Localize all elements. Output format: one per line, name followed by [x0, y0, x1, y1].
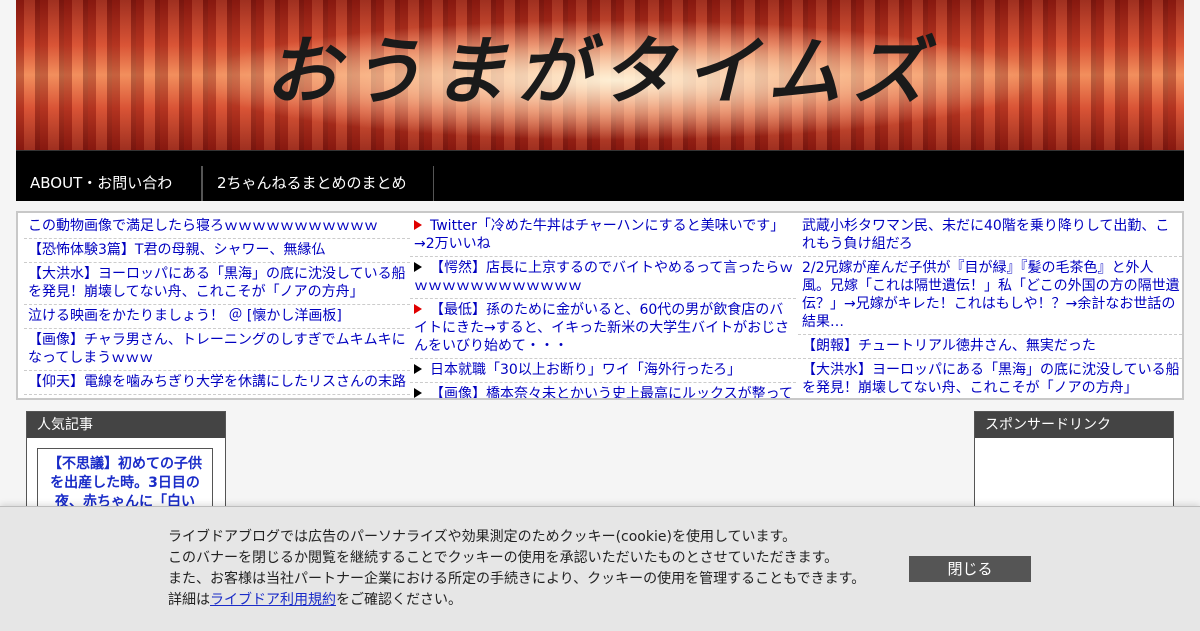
- antenna-link-block: この動物画像で満足したら寝ろｗｗｗｗｗｗｗｗｗｗｗ 【恐怖体験3篇】T君の母親、…: [16, 211, 1184, 400]
- antenna-link[interactable]: 【大洪水】ヨーロッパにある「黒海」の底に沈没している船を発見！崩壊してない舟、こ…: [798, 359, 1182, 398]
- cookie-consent-banner: ライブドアブログでは広告のパーソナライズや効果測定のためクッキー(cookie)…: [0, 506, 1200, 631]
- site-title-logo: おうまがタイムズ: [264, 29, 936, 115]
- antenna-column-1: この動物画像で満足したら寝ろｗｗｗｗｗｗｗｗｗｗｗ 【恐怖体験3篇】T君の母親、…: [24, 215, 410, 398]
- antenna-column-2: Twitter「冷めた牛丼はチャーハンにすると美味いです」→2万いいね 【愕然】…: [410, 215, 796, 398]
- triangle-bullet-icon: [414, 262, 422, 272]
- cookie-notice-line: このバナーを閉じるか閲覧を継続することでクッキーの使用を承認いただいたものとさせ…: [168, 550, 839, 566]
- nav-item-2ch-matome[interactable]: 2ちゃんねるまとめのまとめ: [202, 166, 434, 201]
- antenna-link[interactable]: 武蔵小杉タワマン民、未だに40階を乗り降りして出勤、これもう負け組だろ: [798, 215, 1182, 257]
- cookie-notice-line: 詳細はライブドア利用規約をご確認ください。: [168, 592, 462, 608]
- triangle-bullet-icon: [414, 220, 422, 230]
- sponsored-links-heading: スポンサードリンク: [975, 412, 1173, 438]
- antenna-link[interactable]: Twitter「冷めた牛丼はチャーハンにすると美味いです」→2万いいね: [410, 215, 796, 257]
- antenna-link[interactable]: 【仰天】電線を噛みちぎり大学を休講にしたリスさんの末路: [24, 371, 410, 395]
- triangle-bullet-icon: [414, 364, 422, 374]
- site-header-banner[interactable]: おうまがタイムズ: [16, 0, 1184, 150]
- antenna-link[interactable]: 泣ける映画をかたりましょう！ ＠ [懐かし洋画板]: [24, 305, 410, 329]
- terms-of-use-link[interactable]: ライブドア利用規約: [210, 592, 336, 608]
- nav-item-about-contact[interactable]: ABOUT・お問い合わせ: [16, 166, 202, 227]
- triangle-bullet-icon: [414, 388, 422, 398]
- cookie-notice-line: ライブドアブログでは広告のパーソナライズや効果測定のためクッキー(cookie)…: [168, 529, 797, 545]
- cookie-close-button[interactable]: 閉じる: [909, 556, 1031, 582]
- antenna-link[interactable]: 日本就職「30以上お断り」ワイ「海外行ったろ」: [410, 359, 796, 383]
- antenna-link[interactable]: この動物画像で満足したら寝ろｗｗｗｗｗｗｗｗｗｗｗ: [24, 215, 410, 239]
- antenna-link[interactable]: 【朗報】チュートリアル徳井さん、無実だった: [798, 335, 1182, 359]
- global-nav: ABOUT・お問い合わせ 2ちゃんねるまとめのまとめ: [16, 150, 1184, 227]
- antenna-link[interactable]: 【大洪水】ヨーロッパにある「黒海」の底に沈没している船を発見！崩壊してない舟、こ…: [24, 263, 410, 305]
- antenna-link[interactable]: 【画像】チャラ男さん、トレーニングのしすぎでムキムキになってしまうｗｗｗ: [24, 329, 410, 371]
- antenna-link[interactable]: 【最低】孫のために金がいると、60代の男が飲食店のバイトにきた→すると、イキった…: [410, 299, 796, 359]
- antenna-link[interactable]: 2/2兄嫁が産んだ子供が『目が緑』『髪の毛茶色』と外人風。兄嫁「これは隔世遺伝！…: [798, 257, 1182, 335]
- cookie-notice-line: また、お客様は当社パートナー企業における所定の手続きにより、クッキーの使用を管理…: [168, 571, 866, 587]
- antenna-link[interactable]: 【画像】橋本奈々未とかいう史上最高にルックスが整ってる: [410, 383, 796, 398]
- cookie-notice-text: ライブドアブログでは広告のパーソナライズや効果測定のためクッキー(cookie)…: [168, 527, 888, 611]
- popular-articles-heading: 人気記事: [27, 412, 225, 438]
- antenna-column-3: 武蔵小杉タワマン民、未だに40階を乗り降りして出勤、これもう負け組だろ 2/2兄…: [798, 215, 1182, 398]
- antenna-link[interactable]: 【愕然】店長に上京するのでバイトやめるって言ったらｗｗｗｗｗｗｗｗｗｗｗｗｗ: [410, 257, 796, 299]
- antenna-link[interactable]: 【恐怖体験3篇】T君の母親、シャワー、無縁仏: [24, 239, 410, 263]
- triangle-bullet-icon: [414, 304, 422, 314]
